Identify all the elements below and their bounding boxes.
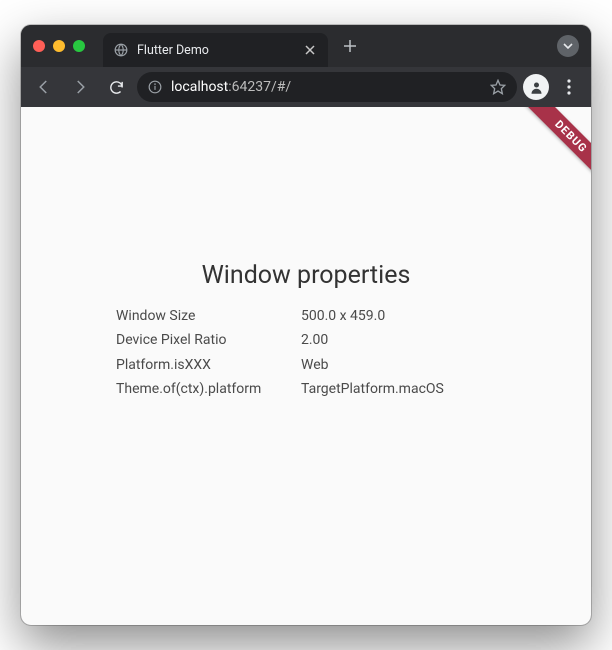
property-value: TargetPlatform.macOS	[301, 377, 496, 402]
property-label: Device Pixel Ratio	[116, 328, 301, 353]
property-row: Platform.isXXX Web	[116, 353, 496, 378]
window-controls	[33, 40, 85, 52]
close-window-button[interactable]	[33, 40, 45, 52]
forward-button[interactable]	[65, 72, 95, 102]
reload-button[interactable]	[101, 72, 131, 102]
site-info-icon[interactable]	[147, 79, 163, 95]
browser-window: Flutter Demo localhost:64237/	[21, 25, 591, 625]
url-path: :64237/#/	[228, 79, 291, 95]
kebab-menu-icon[interactable]	[555, 73, 583, 101]
new-tab-button[interactable]	[336, 32, 364, 60]
property-row: Theme.of(ctx).platform TargetPlatform.ma…	[116, 377, 496, 402]
back-button[interactable]	[29, 72, 59, 102]
fullscreen-window-button[interactable]	[73, 40, 85, 52]
browser-tab-active[interactable]: Flutter Demo	[103, 33, 328, 67]
web-content: DEBUG Window properties Window Size 500.…	[21, 107, 591, 625]
property-value: 2.00	[301, 328, 496, 353]
minimize-window-button[interactable]	[53, 40, 65, 52]
page-title: Window properties	[202, 261, 411, 290]
property-value: 500.0 x 459.0	[301, 304, 496, 329]
address-bar[interactable]: localhost:64237/#/	[137, 72, 517, 102]
toolbar: localhost:64237/#/	[21, 67, 591, 107]
tab-overview-button[interactable]	[557, 35, 579, 57]
properties-list: Window Size 500.0 x 459.0 Device Pixel R…	[116, 304, 496, 402]
tab-title: Flutter Demo	[137, 43, 294, 58]
property-row: Device Pixel Ratio 2.00	[116, 328, 496, 353]
url-text: localhost:64237/#/	[171, 79, 481, 95]
property-value: Web	[301, 353, 496, 378]
url-host: localhost	[171, 79, 228, 95]
titlebar: Flutter Demo	[21, 25, 591, 67]
close-tab-button[interactable]	[302, 42, 318, 58]
bookmark-star-icon[interactable]	[489, 78, 507, 96]
property-label: Window Size	[116, 304, 301, 329]
page-body: Window properties Window Size 500.0 x 45…	[21, 107, 591, 625]
property-row: Window Size 500.0 x 459.0	[116, 304, 496, 329]
profile-button[interactable]	[523, 74, 549, 100]
property-label: Platform.isXXX	[116, 353, 301, 378]
property-label: Theme.of(ctx).platform	[116, 377, 301, 402]
globe-icon	[113, 42, 129, 58]
